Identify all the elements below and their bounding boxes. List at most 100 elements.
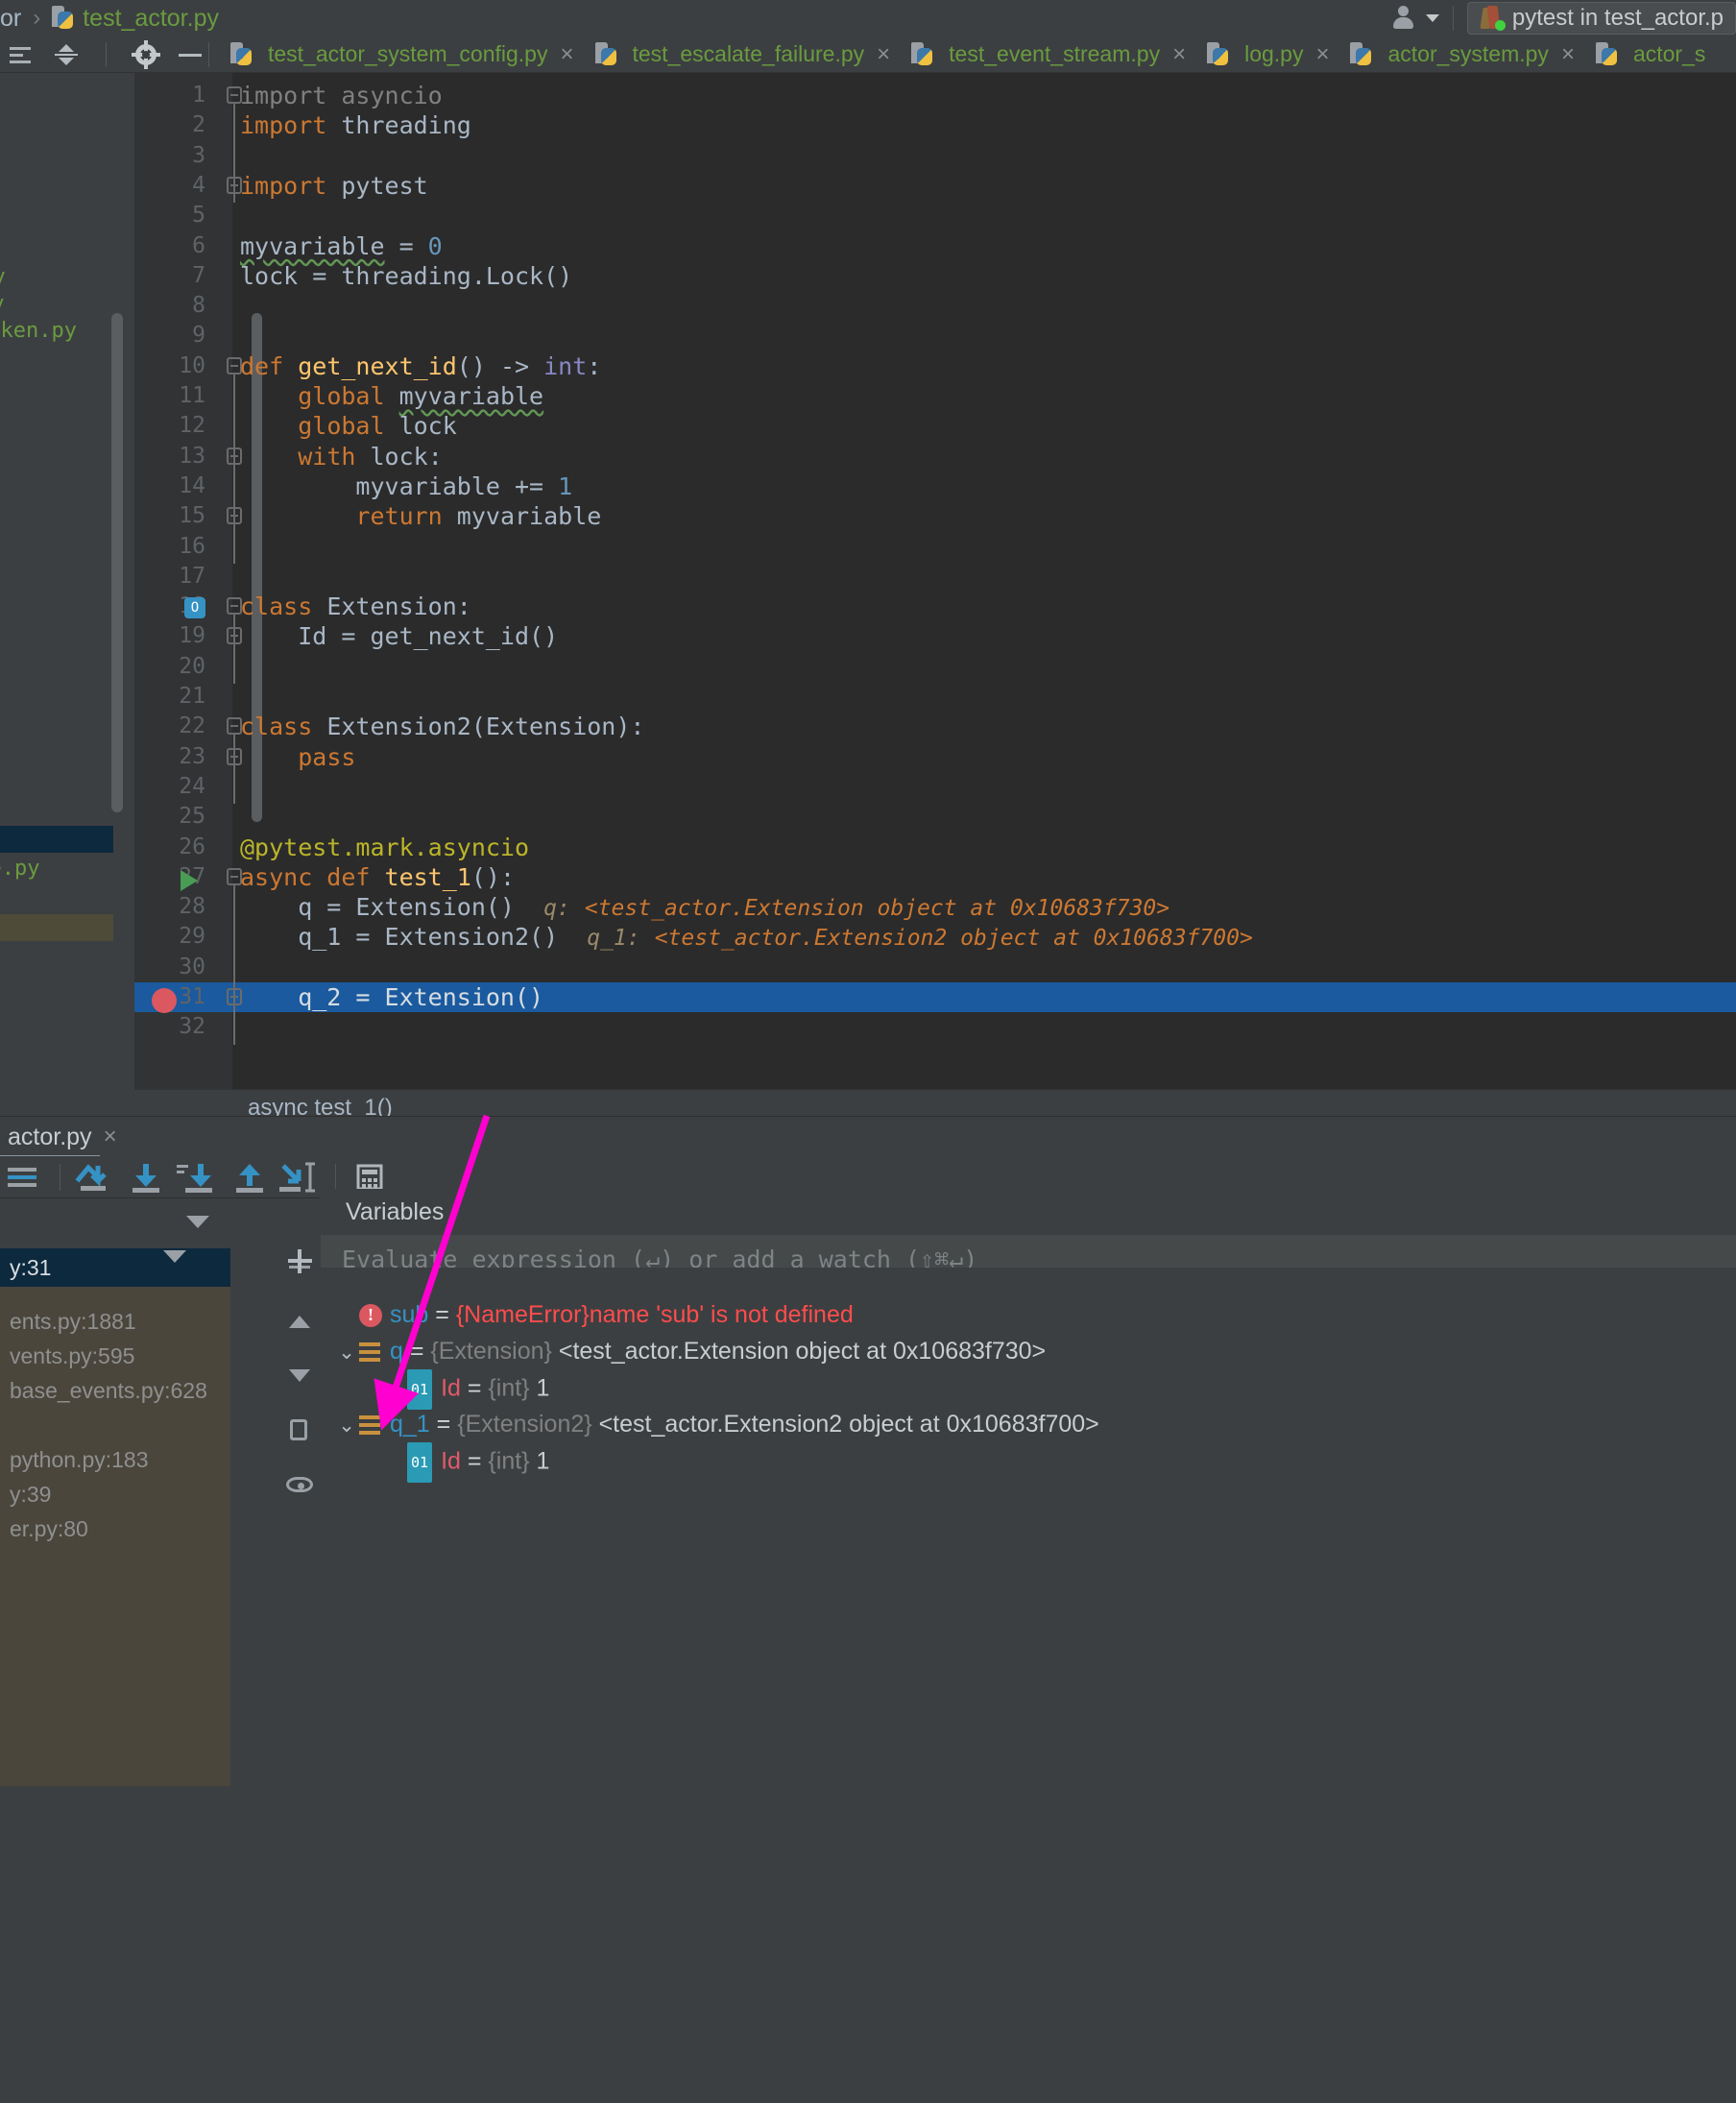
code-line[interactable]: 21 <box>134 682 1736 712</box>
editor-tab[interactable]: actor_s <box>1584 36 1715 73</box>
user-icon[interactable] <box>1391 6 1420 31</box>
frame-row[interactable]: python.py:183 <box>0 1442 230 1477</box>
variable-row[interactable]: ⌄ q_1 = {Extension2} <test_actor.Extensio… <box>321 1406 1736 1442</box>
code-line[interactable]: 20 <box>134 652 1736 682</box>
code-editor[interactable]: 1 import asyncio 2 import threading 3 4 import… <box>134 73 1736 1089</box>
code-line[interactable]: 24 <box>134 772 1736 802</box>
run-test-icon[interactable] <box>181 869 198 891</box>
code-line[interactable]: 27 async def test_1(): <box>134 862 1736 892</box>
project-file-item[interactable]: token.py <box>0 319 77 343</box>
collapse-all-icon[interactable] <box>8 40 36 69</box>
show-execution-point-icon[interactable] <box>0 1156 52 1198</box>
code-line[interactable]: 8 <box>134 291 1736 321</box>
debug-session-tab[interactable]: actor.py × <box>0 1117 133 1157</box>
hide-icon[interactable] <box>176 40 205 69</box>
force-step-into-icon[interactable] <box>172 1156 224 1198</box>
breadcrumb-parent[interactable]: or <box>0 5 21 33</box>
code-line[interactable]: 31 q_2 = Extension() <box>134 982 1736 1013</box>
variable-row[interactable]: 01 Id = {int} 1 <box>321 1442 1736 1483</box>
step-into-icon[interactable] <box>120 1156 172 1198</box>
close-icon[interactable]: × <box>1315 41 1329 68</box>
editor-tab[interactable]: log.py × <box>1195 36 1338 73</box>
line-number: 9 <box>192 323 205 349</box>
copy-value-button[interactable] <box>278 1402 321 1456</box>
chevron-down-icon[interactable]: ⌄ <box>334 1335 359 1371</box>
inspect-button[interactable] <box>278 1456 321 1510</box>
code-line[interactable]: 13 with lock: <box>134 442 1736 471</box>
code-line[interactable]: 30 <box>134 953 1736 982</box>
code-line[interactable]: 28 q = Extension() q: <test_actor.Extens… <box>134 892 1736 922</box>
frame-row[interactable]: y:39 <box>0 1477 230 1511</box>
code-line[interactable]: 17 <box>134 562 1736 592</box>
code-line[interactable]: 26 @pytest.mark.asyncio <box>134 833 1736 862</box>
frame-row-selected[interactable]: y:31 <box>0 1248 230 1287</box>
close-icon[interactable]: × <box>1561 41 1575 68</box>
project-file-item[interactable]: py <box>0 292 5 316</box>
run-to-cursor-icon[interactable] <box>276 1156 327 1198</box>
frame-row[interactable]: base_events.py:628 <box>0 1373 230 1408</box>
frame-row[interactable]: ents.py:1881 <box>0 1304 230 1339</box>
code-line[interactable]: 6 myvariable = 0 <box>134 231 1736 261</box>
variable-row[interactable]: ⌄ q = {Extension} <test_actor.Extension o… <box>321 1333 1736 1369</box>
project-selected-row[interactable] <box>0 826 113 853</box>
run-configuration-selector[interactable]: pytest in test_actor.p <box>1466 2 1736 35</box>
variable-row[interactable]: ! sub = {NameError}name 'sub' is not defi… <box>321 1296 1736 1333</box>
code-line[interactable]: 12 global lock <box>134 411 1736 441</box>
breakpoint-icon[interactable] <box>152 988 177 1013</box>
frames-panel[interactable]: y:31 ents.py:1881 vents.py:595 base_events… <box>0 1198 230 2103</box>
gear-icon[interactable] <box>132 39 160 69</box>
chevron-down-icon[interactable] <box>1425 14 1439 22</box>
frame-row[interactable]: vents.py:595 <box>0 1339 230 1373</box>
code-line[interactable]: 5 <box>134 201 1736 230</box>
code-line[interactable]: 18Oclass Extension: <box>134 592 1736 621</box>
code-line[interactable]: 14 myvariable += 1 <box>134 471 1736 501</box>
code-line[interactable]: 15 return myvariable <box>134 501 1736 531</box>
frames-thread-dropdown-icon[interactable] <box>163 1250 186 1263</box>
step-over-icon[interactable] <box>68 1156 120 1198</box>
editor-tab[interactable]: test_actor_system_config.py × <box>219 36 584 73</box>
chevron-down-icon[interactable]: ⌄ <box>334 1408 359 1444</box>
editor-tab[interactable]: test_escalate_failure.py × <box>584 36 901 73</box>
code-line[interactable]: 23 pass <box>134 742 1736 772</box>
editor-tab[interactable]: test_event_stream.py × <box>900 36 1195 73</box>
code-line[interactable]: 4 import pytest <box>134 171 1736 201</box>
project-marked-row[interactable] <box>0 914 113 941</box>
editor-tab[interactable]: actor_system.py × <box>1338 36 1583 73</box>
close-icon[interactable]: × <box>560 41 573 68</box>
project-file-item[interactable]: e <box>0 739 1 763</box>
move-up-button[interactable] <box>278 1294 321 1348</box>
code-line[interactable]: 22 class Extension2(Extension): <box>134 712 1736 741</box>
breadcrumb-file[interactable]: test_actor.py <box>83 5 219 33</box>
code-line[interactable]: 1 import asyncio <box>134 81 1736 110</box>
close-icon[interactable]: × <box>1172 41 1186 68</box>
variables-tree[interactable]: ! sub = {NameError}name 'sub' is not defi… <box>321 1268 1736 2103</box>
code-line[interactable]: 10 def get_next_id() -> int: <box>134 351 1736 381</box>
expand-collapse-icon[interactable] <box>52 40 81 69</box>
project-file-item[interactable]: are.py <box>0 857 39 881</box>
code-line[interactable]: 2 import threading <box>134 110 1736 140</box>
code-line[interactable]: 7 lock = threading.Lock() <box>134 261 1736 291</box>
chevron-down-icon[interactable] <box>186 1216 209 1228</box>
variables-tab[interactable]: Variables <box>321 1189 1736 1235</box>
code-line[interactable]: 25 <box>134 802 1736 832</box>
project-file-item[interactable]: .py <box>0 265 6 289</box>
move-down-button[interactable] <box>278 1348 321 1402</box>
code-line[interactable]: 9 <box>134 321 1736 350</box>
code-line[interactable]: 29 q_1 = Extension2() q_1: <test_actor.E… <box>134 922 1736 952</box>
variable-row[interactable]: 01 Id = {int} 1 <box>321 1369 1736 1410</box>
code-line[interactable]: 19 Id = get_next_id() <box>134 621 1736 651</box>
project-panel[interactable]: .pypytoken.pyyyyeare.py <box>0 73 134 1114</box>
close-icon[interactable]: × <box>877 41 890 68</box>
frame-row[interactable] <box>0 1408 230 1442</box>
code-line[interactable]: 3 <box>134 141 1736 171</box>
code-line[interactable]: 16 <box>134 532 1736 562</box>
add-watch-button[interactable] <box>278 1239 321 1283</box>
close-icon[interactable]: × <box>104 1124 117 1150</box>
variable-type: {Extension} <box>430 1338 559 1365</box>
step-out-icon[interactable] <box>224 1156 276 1198</box>
code-line[interactable]: 11 global myvariable <box>134 381 1736 411</box>
class-override-marker-icon[interactable]: O <box>184 597 205 619</box>
project-panel-scrollbar[interactable] <box>111 313 123 812</box>
code-line[interactable]: 32 <box>134 1012 1736 1042</box>
frame-row[interactable]: er.py:80 <box>0 1511 230 1546</box>
